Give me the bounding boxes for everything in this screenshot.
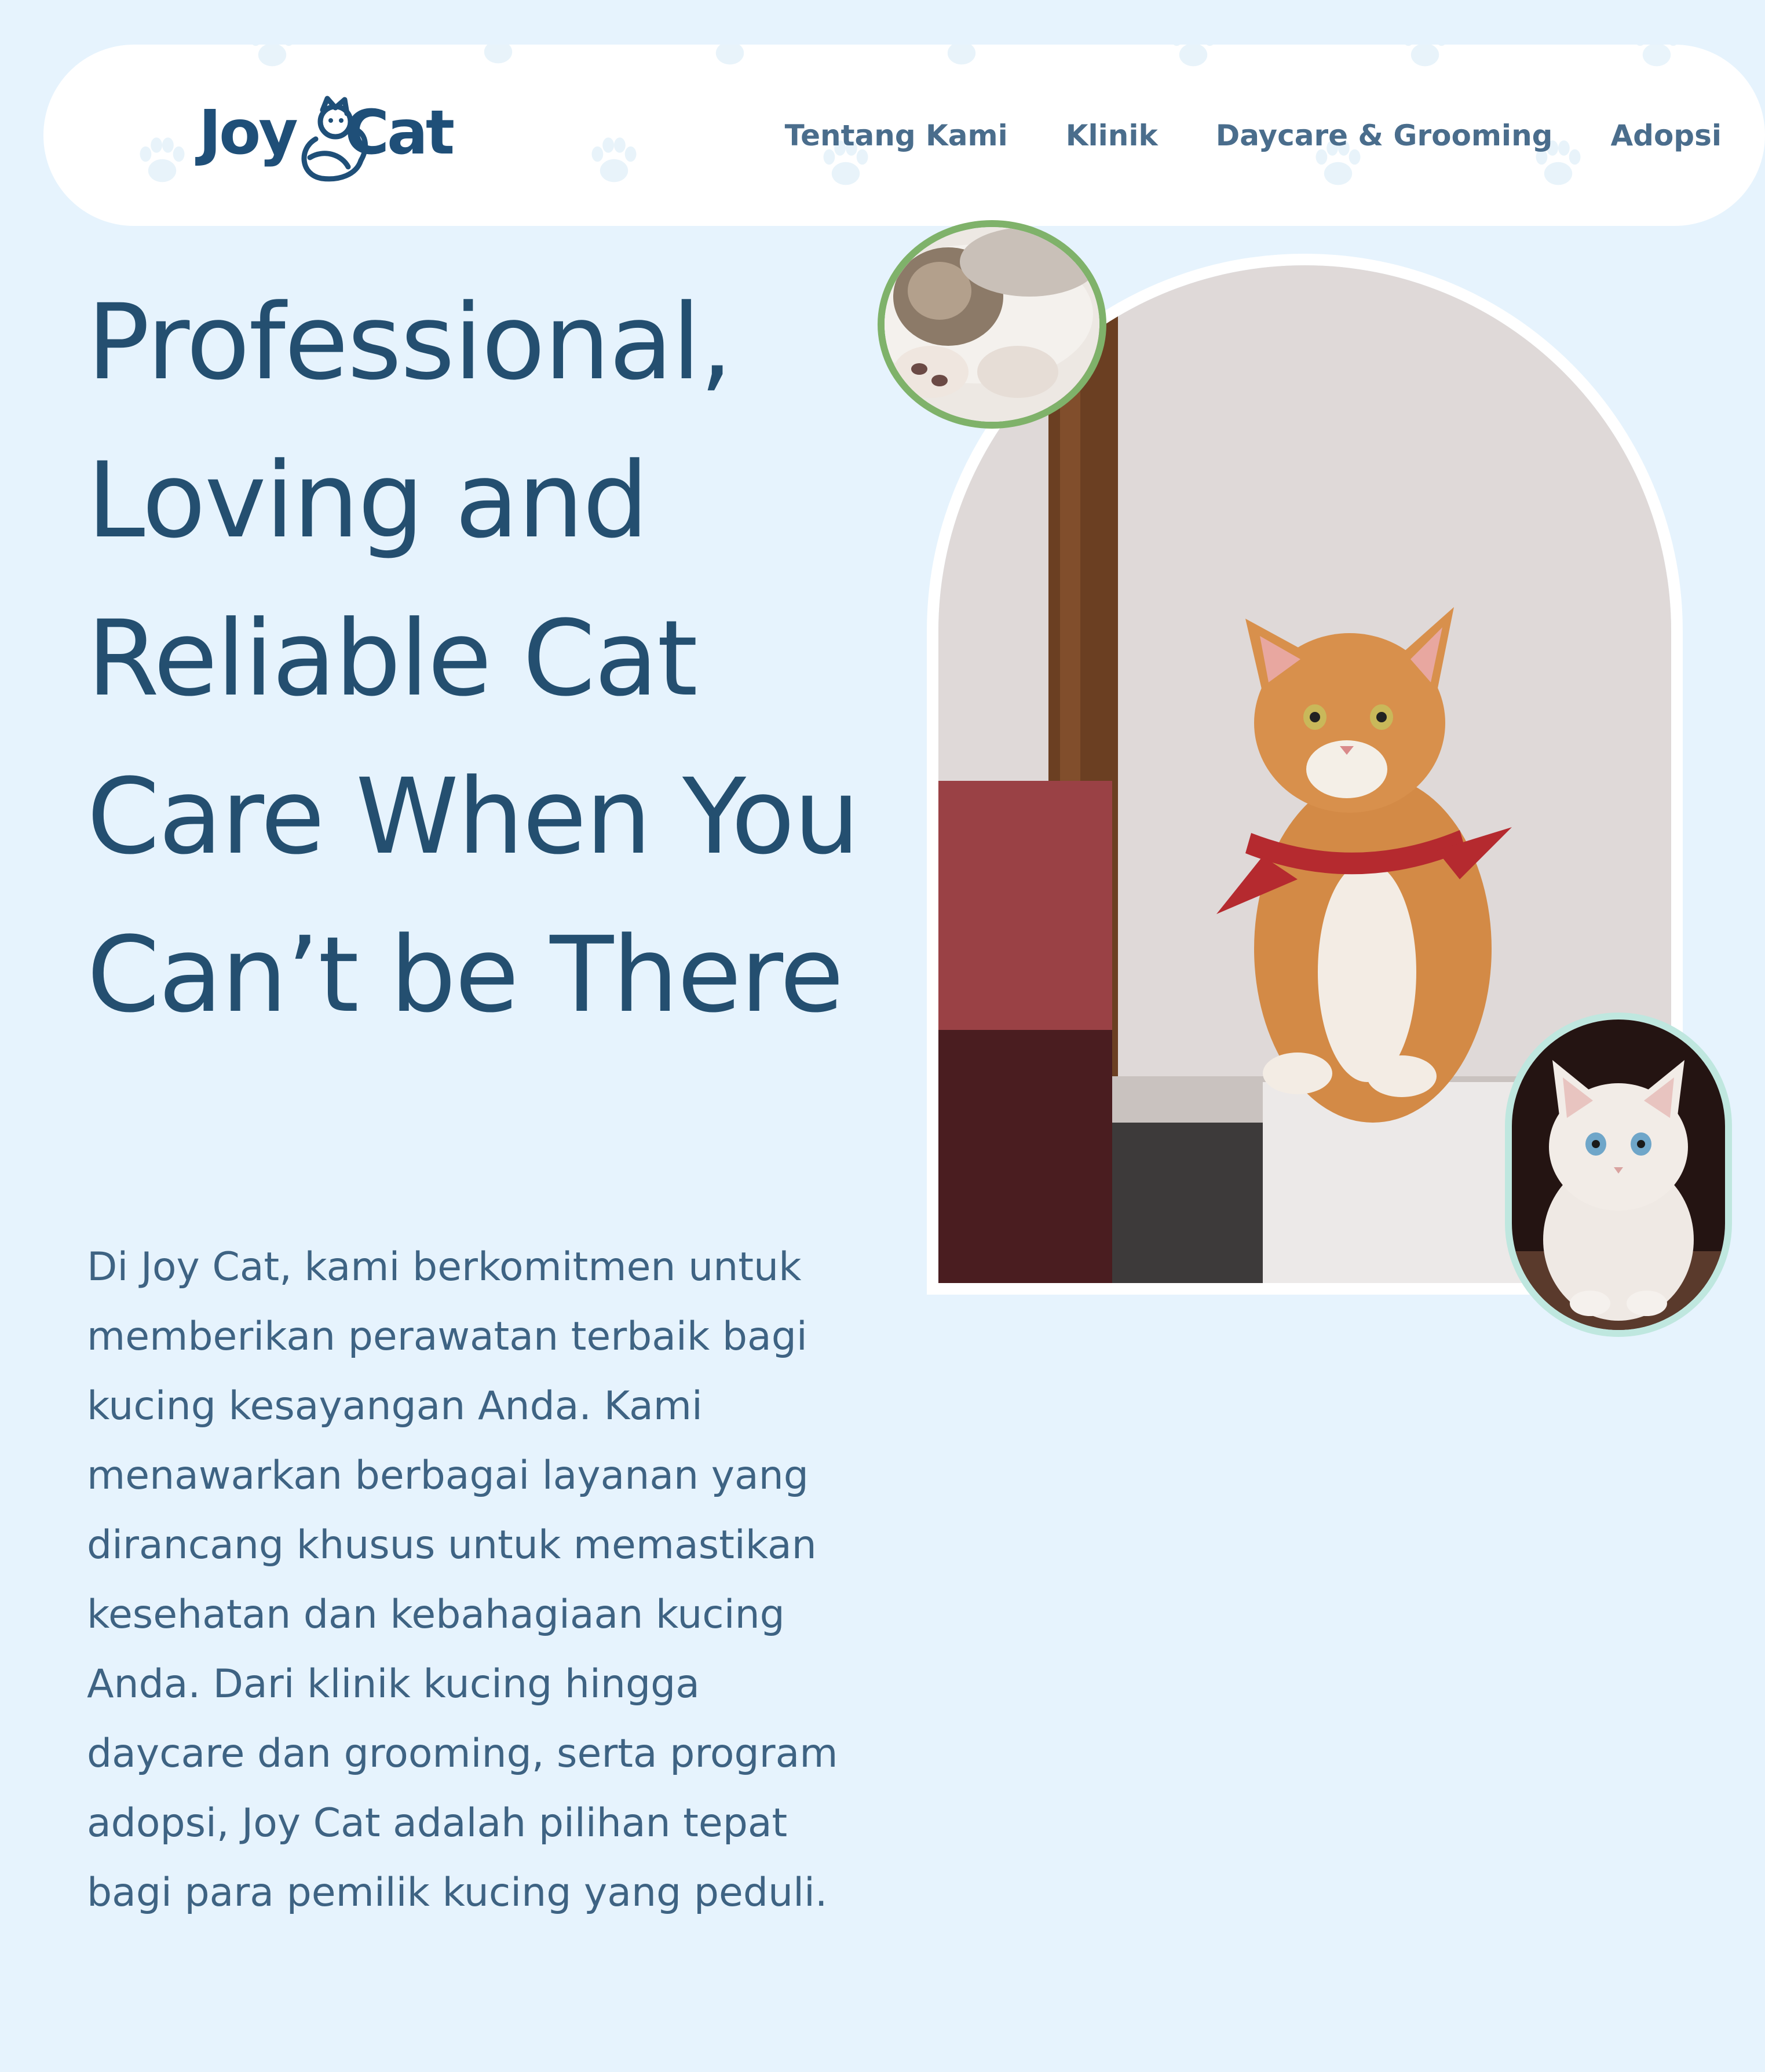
white-kitten-photo (1505, 1013, 1732, 1337)
joy-cat-logo[interactable]: Joy Cat (154, 71, 489, 195)
paw-print-icon (582, 129, 646, 192)
main-nav: Tentang Kami Klinik Daycare & Grooming A… (785, 45, 1722, 226)
nav-link-klinik[interactable]: Klinik (1066, 119, 1158, 152)
logo-word-cat: Cat (345, 97, 455, 168)
hero-headline: Professional, Loving and Reliable Cat Ca… (87, 282, 860, 1036)
nav-link-adopsi[interactable]: Adopsi (1610, 119, 1722, 152)
sleeping-cat-photo (878, 220, 1106, 429)
nav-link-daycare-grooming[interactable]: Daycare & Grooming (1216, 119, 1553, 152)
hero-description: Di Joy Cat, kami berkomitmen untuk membe… (87, 1244, 838, 1916)
navbar: Joy Cat Tentang Kami Klinik Daycare & Gr… (43, 45, 1765, 226)
paw-print-icon (698, 45, 762, 75)
paw-print-icon (466, 45, 530, 74)
nav-link-tentang-kami[interactable]: Tentang Kami (785, 119, 1008, 152)
logo-word-joy: Joy (199, 97, 298, 168)
